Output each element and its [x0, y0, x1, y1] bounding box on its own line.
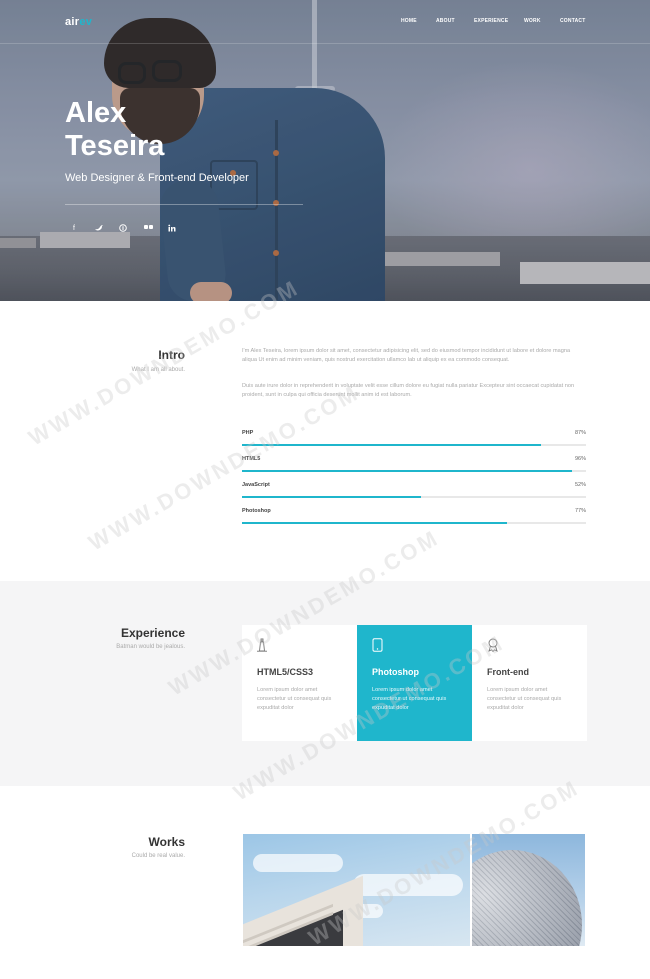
skill-bar-photoshop — [242, 522, 586, 524]
skill-label-photoshop: Photoshop — [242, 508, 271, 514]
experience-title: Experience — [120, 626, 185, 640]
skill-label-php: PHP — [242, 430, 254, 436]
linkedin-icon[interactable] — [167, 224, 177, 234]
hero-section: airev HOME ABOUT EXPERIENCE WORK CONTACT… — [0, 0, 650, 301]
work-thumbnail-architecture[interactable] — [243, 834, 470, 946]
facebook-icon[interactable]: f — [69, 224, 79, 234]
nav-about[interactable]: ABOUT — [436, 18, 455, 24]
nav-divider — [0, 43, 650, 44]
hero-name: Alex Teseira — [65, 97, 164, 163]
skill-percent-php: 87% — [574, 430, 586, 436]
skill-bar-javascript — [242, 496, 586, 498]
skill-fill-html5 — [242, 470, 573, 472]
experience-card-title: Photoshop — [372, 667, 419, 677]
hero-subtitle: Web Designer & Front-end Developer — [65, 172, 249, 184]
experience-card-desc: Lorem ipsum dolor amet consectetur ut co… — [257, 687, 332, 711]
hero-name-line2: Teseira — [65, 130, 165, 162]
skill-fill-javascript — [242, 496, 421, 498]
nav-work[interactable]: WORK — [524, 18, 541, 24]
experience-card-title: HTML5/CSS3 — [257, 667, 314, 677]
hero-divider — [65, 204, 303, 205]
experience-subtitle: Batman would be jealous. — [116, 644, 185, 650]
intro-paragraph-1: I'm Alex Teseira, lorem ipsum dolor sit … — [242, 348, 571, 363]
skill-percent-html5: 96% — [574, 456, 586, 462]
skill-percent-javascript: 52% — [574, 482, 586, 488]
skill-fill-photoshop — [242, 522, 507, 524]
experience-card-title: Front-end — [487, 667, 529, 677]
hero-name-line1: Alex — [65, 97, 127, 129]
nav-home[interactable]: HOME — [401, 18, 417, 24]
experience-card-desc: Lorem ipsum dolor amet consectetur ut co… — [487, 687, 562, 711]
nav-contact[interactable]: CONTACT — [560, 18, 585, 24]
watermark: WWW.DOWNDEMO.COM — [84, 379, 364, 556]
main-nav: HOME ABOUT EXPERIENCE WORK CONTACT — [0, 18, 650, 28]
pinterest-icon[interactable] — [118, 224, 128, 234]
dome-shading — [472, 850, 582, 946]
skill-label-javascript: JavaScript — [242, 482, 270, 488]
twitter-icon[interactable] — [94, 224, 104, 234]
intro-paragraph-2: Duis aute irure dolor in reprehenderit i… — [242, 383, 575, 398]
nav-experience[interactable]: EXPERIENCE — [474, 18, 508, 24]
works-title: Works — [148, 835, 185, 849]
skill-bar-php — [242, 444, 586, 446]
works-subtitle: Could be real value. — [131, 853, 185, 859]
skill-percent-photoshop: 77% — [574, 508, 586, 514]
tablet-icon — [372, 638, 383, 655]
cloud — [253, 854, 343, 872]
skill-bar-html5 — [242, 470, 586, 472]
flickr-icon[interactable] — [143, 224, 153, 234]
